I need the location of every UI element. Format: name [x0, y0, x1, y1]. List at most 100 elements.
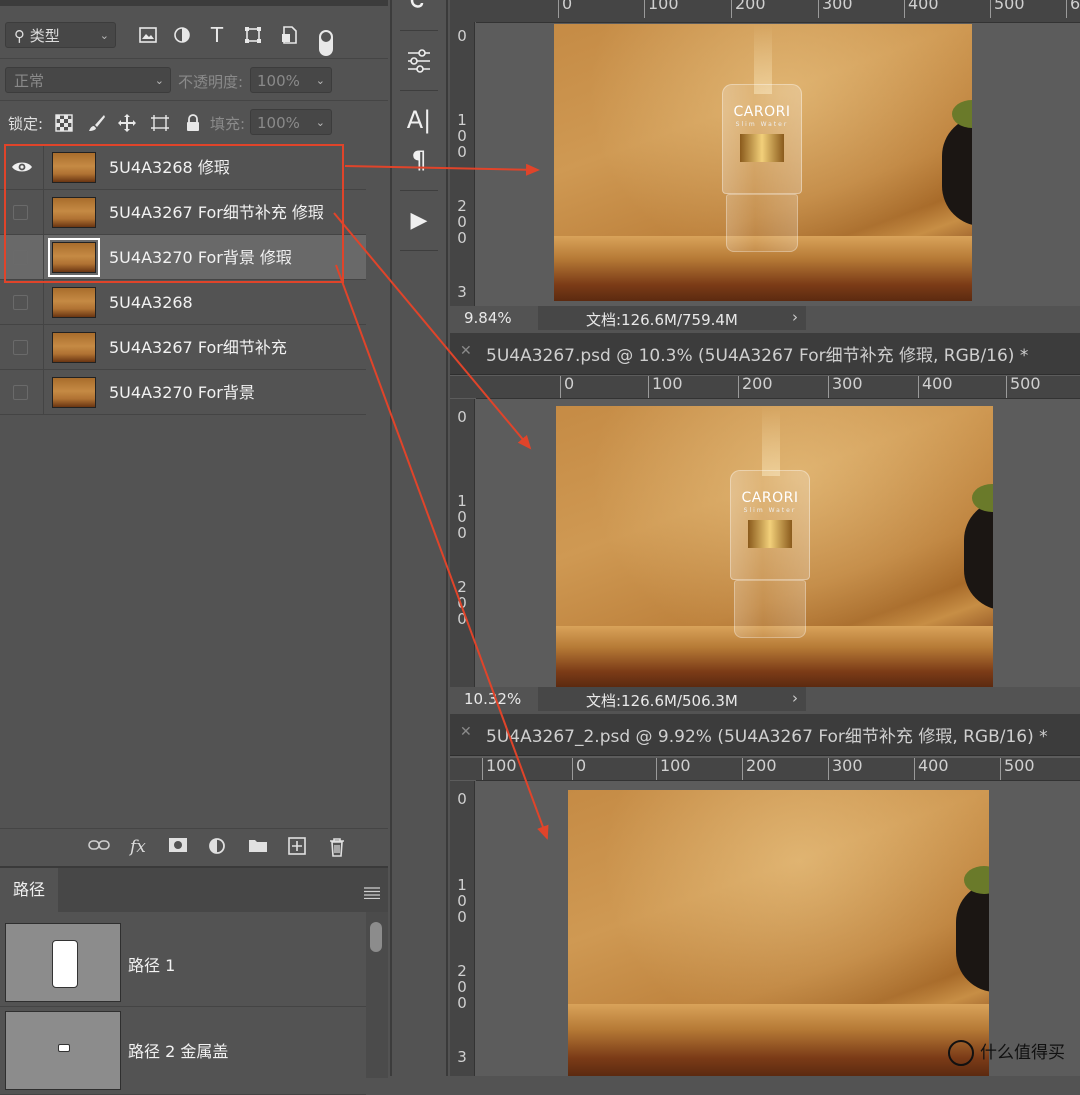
filter-shape-icon[interactable] [242, 24, 264, 46]
ruler-tick: 0 [572, 758, 586, 780]
ruler-tick: 1 0 0 [457, 111, 467, 161]
doc-info-field[interactable]: 文档:126.6M/759.4M › [538, 306, 806, 330]
vertical-ruler: 0 1 0 0 2 0 0 3 [450, 22, 475, 306]
filter-kind-label: 类型 [29, 27, 60, 45]
document-window-1: 0 100 200 300 400 500 6 0 1 0 0 2 0 0 3 … [450, 0, 1080, 330]
ruler-tick: 300 [828, 758, 863, 780]
doc-info-field[interactable]: 文档:126.6M/506.3M › [538, 687, 806, 711]
visibility-box-icon [13, 340, 28, 355]
layer-row[interactable]: 5U4A3270 For背景 [0, 370, 366, 415]
layers-filter-bar: ⚲ 类型 ⌄ T [0, 0, 388, 64]
horizontal-ruler: 0 100 200 300 400 500 6 [476, 0, 1080, 23]
ruler-tick: 400 [904, 0, 939, 18]
zoom-level[interactable]: 10.32% [464, 690, 521, 708]
paragraph-icon[interactable]: ¶ [392, 146, 446, 174]
layer-name: 5U4A3268 [109, 293, 193, 312]
filter-kind-select[interactable]: ⚲ 类型 ⌄ [5, 22, 116, 48]
tab-paths[interactable]: 路径 [0, 868, 59, 912]
layer-visibility-toggle[interactable] [0, 280, 44, 325]
layer-visibility-toggle[interactable] [0, 325, 44, 370]
actions-play-icon[interactable]: ▶ [392, 208, 446, 233]
visibility-box-icon [13, 385, 28, 400]
chevron-down-icon: ⌄ [315, 116, 325, 129]
ruler-tick: 100 [648, 376, 683, 398]
filter-toggle-switch[interactable] [319, 30, 333, 56]
layer-row[interactable]: 5U4A3268 [0, 280, 366, 325]
horizontal-ruler: 0 100 200 300 400 500 [476, 376, 1080, 399]
opacity-value: 100% [257, 72, 300, 90]
doc-size-info: 文档:126.6M/759.4M [586, 311, 738, 329]
lock-transparent-icon[interactable] [53, 112, 75, 134]
lock-artboard-icon[interactable] [149, 112, 171, 134]
canvas-photo[interactable]: CARORI Slim Water [556, 406, 993, 687]
chevron-down-icon: ⌄ [154, 74, 164, 87]
layer-row[interactable]: 5U4A3267 For细节补充 [0, 325, 366, 370]
document-title: 5U4A3267.psd @ 10.3% (5U4A3267 For细节补充 修… [486, 346, 1029, 366]
new-group-folder-icon[interactable] [248, 837, 268, 858]
trash-icon[interactable] [328, 837, 346, 862]
ruler-tick: 200 [742, 758, 777, 780]
filter-smart-object-icon[interactable] [278, 24, 300, 46]
ruler-tick: 3 [457, 283, 467, 301]
canvas-photo[interactable]: CARORI Slim Water [554, 24, 972, 301]
lock-paint-brush-icon[interactable] [86, 112, 108, 134]
watermark-logo-icon [948, 1040, 974, 1066]
layer-thumbnail [52, 332, 96, 363]
ruler-tick: 200 [738, 376, 773, 398]
path-name: 路径 1 [128, 956, 176, 975]
canvas-photo[interactable] [568, 790, 989, 1076]
status-bar: 9.84% 文档:126.6M/759.4M › [450, 306, 1080, 330]
path-row[interactable]: 路径 1 [0, 920, 366, 1007]
character-type-icon[interactable]: A| [392, 106, 446, 134]
ruler-tick: 500 [1000, 758, 1035, 780]
opacity-field[interactable]: 100% ⌄ [250, 67, 332, 93]
layer-thumbnail [52, 287, 96, 318]
ruler-tick: 400 [918, 376, 953, 398]
paths-scrollbar[interactable] [366, 912, 388, 1078]
filter-type-icon[interactable]: T [206, 23, 228, 47]
lock-bar: 锁定: 填充: 100% ⌄ [0, 100, 388, 145]
ruler-tick: 100 [656, 758, 691, 780]
history-brush-icon[interactable] [392, 0, 446, 21]
paths-scroll-thumb[interactable] [370, 922, 382, 952]
vertical-ruler: 0 1 0 0 2 0 0 3 [450, 781, 475, 1076]
horizontal-ruler: 100 0 100 200 300 400 500 [476, 758, 1080, 781]
bottle-sub-text: Slim Water [735, 121, 789, 128]
blend-mode-value: 正常 [14, 72, 45, 90]
doc-size-info: 文档:126.6M/506.3M [586, 692, 738, 710]
ruler-tick: 300 [828, 376, 863, 398]
layer-visibility-toggle[interactable] [0, 370, 44, 415]
adjustments-sliders-icon[interactable] [392, 48, 446, 78]
filter-adjustment-icon[interactable] [171, 24, 193, 46]
adjustment-layer-icon[interactable] [208, 837, 228, 860]
zoom-level[interactable]: 9.84% [464, 309, 512, 327]
ruler-tick: 1 0 0 [457, 876, 467, 926]
lock-position-move-icon[interactable] [116, 112, 138, 134]
ruler-tick: 500 [1006, 376, 1041, 398]
path-row[interactable]: 路径 2 金属盖 [0, 1008, 366, 1095]
layers-scrollbar[interactable] [366, 145, 388, 828]
close-icon[interactable]: ✕ [460, 343, 472, 359]
blend-bar: 正常 ⌄ 不透明度: 100% ⌄ [0, 58, 388, 101]
paths-tab-bar [58, 868, 388, 912]
add-mask-icon[interactable] [168, 837, 188, 858]
new-layer-icon[interactable] [288, 837, 306, 860]
lock-all-icon[interactable] [182, 112, 204, 134]
filter-image-icon[interactable] [137, 24, 159, 46]
ruler-tick: 0 [558, 0, 572, 18]
visibility-box-icon [13, 295, 28, 310]
document-tab[interactable]: ✕ 5U4A3267_2.psd @ 9.92% (5U4A3267 For细节… [450, 714, 1080, 756]
ruler-tick: 0 [457, 790, 467, 808]
fx-icon[interactable]: fx [130, 837, 146, 857]
document-tab[interactable]: ✕ 5U4A3267.psd @ 10.3% (5U4A3267 For细节补充… [450, 333, 1080, 375]
link-layers-icon[interactable] [88, 837, 110, 857]
opacity-label: 不透明度: [178, 73, 244, 91]
path-name: 路径 2 金属盖 [128, 1042, 229, 1061]
panel-menu-icon[interactable] [364, 884, 380, 903]
fill-field[interactable]: 100% ⌄ [250, 109, 332, 135]
close-icon[interactable]: ✕ [460, 724, 472, 740]
ruler-tick: 500 [990, 0, 1025, 18]
annotation-highlight-box [4, 144, 344, 283]
blend-mode-select[interactable]: 正常 ⌄ [5, 67, 171, 93]
layer-name: 5U4A3267 For细节补充 [109, 338, 287, 357]
